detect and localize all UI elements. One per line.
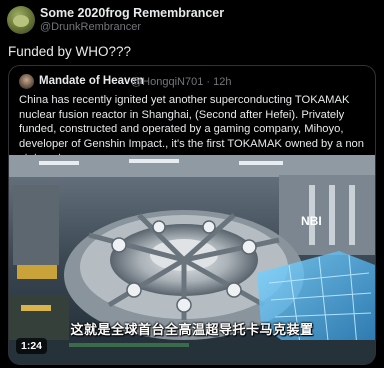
quoted-tweet[interactable]: Mandate of Heaven @HongqiN701 · 12h Chin… <box>8 65 376 365</box>
avatar-face-icon <box>13 15 29 27</box>
quoted-timestamp[interactable]: 12h <box>213 76 231 88</box>
video-player[interactable]: NBI 这就是全球首台全高温超导托卡马克装置 1:24 <box>9 155 375 364</box>
quoted-author-meta: @HongqiN701 · 12h <box>131 76 231 88</box>
quoted-author-avatar[interactable] <box>19 74 34 89</box>
meta-separator: · <box>206 75 211 88</box>
video-subtitle: 这就是全球首台全高温超导托卡马克装置 <box>70 323 314 338</box>
nbi-overlay-label: NBI <box>301 214 322 228</box>
tweet[interactable]: Some 2020frog Remembrancer @DrunkRembran… <box>0 0 384 368</box>
author-handle[interactable]: @DrunkRembrancer <box>40 21 141 33</box>
author-name[interactable]: Some 2020frog Remembrancer <box>40 6 224 20</box>
tweet-text: Funded by WHO??? <box>8 44 132 59</box>
author-avatar[interactable] <box>7 6 35 34</box>
quoted-author-handle[interactable]: @HongqiN701 <box>131 76 203 88</box>
video-duration-badge: 1:24 <box>16 338 48 354</box>
quoted-author-name[interactable]: Mandate of Heaven <box>39 75 144 87</box>
